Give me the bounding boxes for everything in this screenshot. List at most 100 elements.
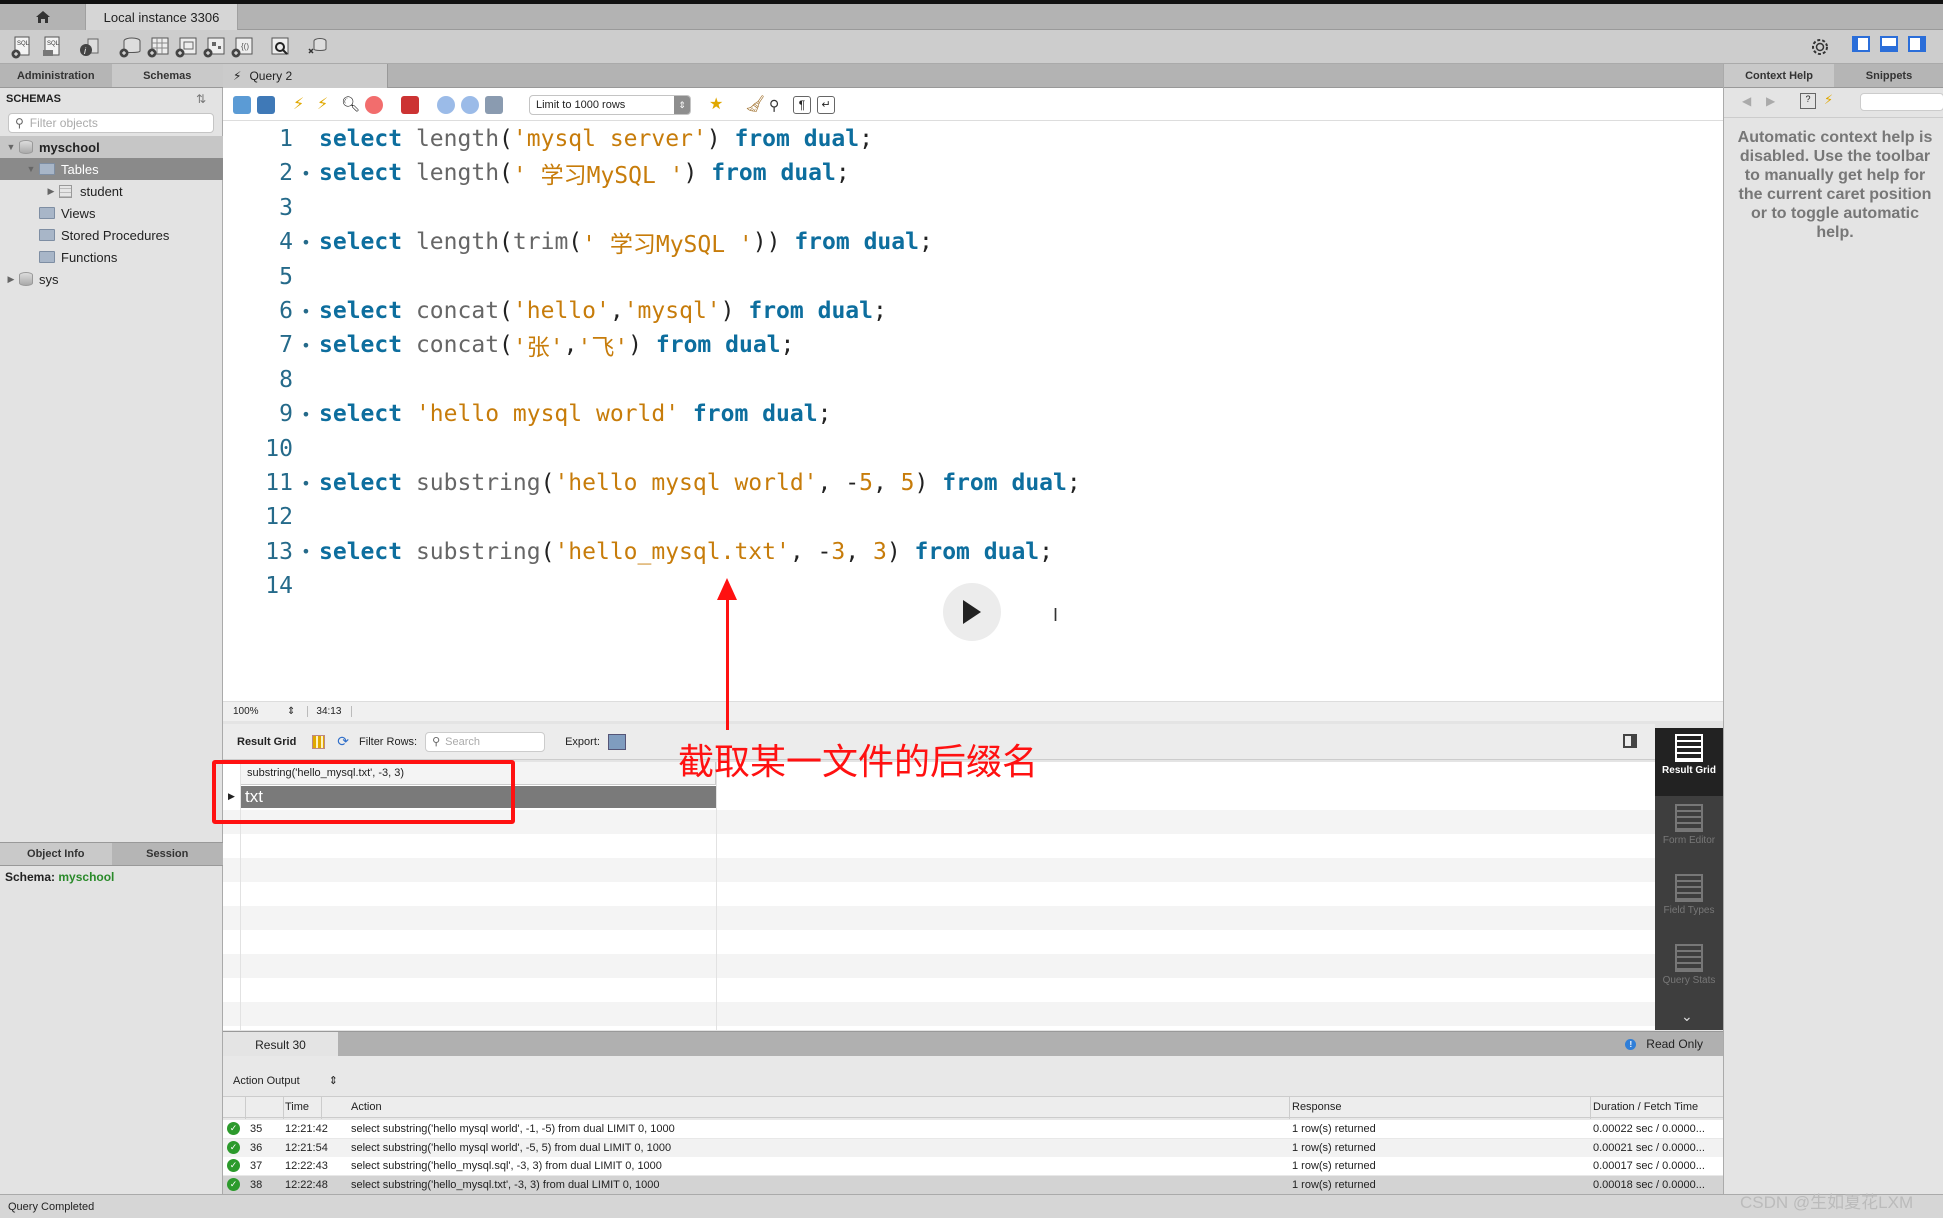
stop-icon[interactable] [365, 96, 383, 114]
new-sql-tab-icon[interactable]: SQL [10, 35, 34, 59]
code-line[interactable]: 14 [223, 569, 319, 603]
play-icon [963, 600, 981, 624]
refresh-icon[interactable]: ⇅ [196, 92, 206, 106]
search-table-data-icon[interactable] [268, 35, 292, 59]
tree-item-functions[interactable]: Functions [0, 246, 223, 268]
create-view-icon[interactable] [174, 35, 198, 59]
column-action[interactable]: Action [351, 1101, 382, 1113]
inspector-icon[interactable]: i [78, 35, 102, 59]
tab-administration[interactable]: Administration [0, 64, 112, 87]
toggle-result-panel-icon[interactable] [1623, 734, 1637, 748]
create-table-icon[interactable] [146, 35, 170, 59]
limit-rows-select[interactable]: Limit to 1000 rows ⇕ [529, 95, 691, 115]
column-duration[interactable]: Duration / Fetch Time [1593, 1101, 1698, 1113]
create-schema-icon[interactable] [118, 35, 142, 59]
column-time[interactable]: Time [285, 1101, 309, 1113]
tab-session[interactable]: Session [112, 843, 224, 865]
code-line[interactable]: 8 [223, 363, 319, 397]
tree-item-student[interactable]: ▶ student [0, 180, 223, 202]
toggle-output-icon[interactable] [1880, 36, 1898, 52]
video-play-button[interactable] [943, 583, 1001, 641]
code-line[interactable]: 5 [223, 260, 319, 294]
export-icon[interactable] [607, 733, 626, 750]
tree-item-tables[interactable]: ▼ Tables [0, 158, 223, 180]
refresh-result-icon[interactable]: ⟳ [337, 733, 349, 750]
tree-item-views[interactable]: Views [0, 202, 223, 224]
output-row[interactable]: ✓ 37 12:22:43 select substring('hello_mysql… [223, 1157, 1723, 1175]
expanded-arrow-icon[interactable]: ▼ [26, 164, 36, 174]
tab-result-30[interactable]: Result 30 [223, 1032, 338, 1057]
tab-snippets[interactable]: Snippets [1834, 64, 1943, 87]
execute-icon[interactable]: ⚡ [293, 96, 311, 114]
code-line[interactable]: 9 • select 'hello mysql world' from dual; [223, 397, 831, 431]
result-grid-view-button[interactable]: Result Grid [1655, 728, 1723, 796]
expanded-arrow-icon[interactable]: ▼ [6, 142, 16, 152]
tab-query-2[interactable]: ⚡ Query 2 [223, 64, 388, 88]
code-line[interactable]: 7 • select concat('张', '飞') from dual; [223, 328, 794, 362]
tab-schemas[interactable]: Schemas [111, 64, 223, 87]
code-line[interactable]: 3 [223, 191, 319, 225]
field-types-view-button[interactable]: Field Types [1655, 874, 1723, 938]
rollback-icon[interactable] [461, 96, 479, 114]
code-line[interactable]: 4 • select length(trim(' 学习MySQL ')) from … [223, 225, 933, 259]
save-icon[interactable] [257, 96, 275, 114]
tab-object-info[interactable]: Object Info [0, 843, 112, 865]
collapsed-arrow-icon[interactable]: ▶ [6, 274, 16, 285]
explain-icon[interactable]: 🔍︎ [341, 96, 360, 114]
tree-item-myschool[interactable]: ▼ myschool [0, 136, 223, 158]
toggle-sidebar-icon[interactable] [1852, 36, 1870, 52]
word-wrap-icon[interactable]: ↵ [817, 96, 835, 114]
manual-help-icon[interactable]: ? [1800, 93, 1816, 109]
collapsed-arrow-icon[interactable]: ▶ [46, 186, 56, 197]
toggle-secondary-sidebar-icon[interactable] [1908, 36, 1926, 52]
create-procedure-icon[interactable] [202, 35, 226, 59]
code-line[interactable]: 6 • select concat('hello','mysql') from du… [223, 294, 887, 328]
code-line[interactable]: 12 [223, 500, 319, 534]
code-token: , [872, 470, 901, 496]
output-row[interactable]: ✓ 35 12:21:42 select substring('hello mysql… [223, 1120, 1723, 1138]
tree-item-stored-procedures[interactable]: Stored Procedures [0, 224, 223, 246]
tree-item-sys[interactable]: ▶ sys [0, 268, 223, 290]
folder-icon [39, 207, 55, 219]
help-search-input[interactable] [1860, 93, 1943, 111]
forward-icon[interactable]: ▶ [1766, 94, 1775, 108]
filter-rows-search[interactable]: ⚲ Search [425, 731, 546, 752]
create-function-icon[interactable]: {() [230, 35, 254, 59]
query-stats-view-button[interactable]: Query Stats [1655, 944, 1723, 1008]
open-file-icon[interactable] [233, 96, 251, 114]
column-toggle-icon[interactable] [312, 734, 326, 749]
execute-current-icon[interactable]: ⚡ [317, 96, 335, 114]
home-tab[interactable] [0, 4, 86, 30]
sql-editor[interactable]: 1 select length('mysql server') from dual… [223, 121, 1723, 701]
reconnect-icon[interactable] [306, 35, 330, 59]
scroll-down-chevron-icon[interactable]: ⌄ [1681, 1008, 1693, 1025]
auto-help-icon[interactable]: ⚡ [1824, 92, 1833, 108]
invisible-chars-icon[interactable]: ¶ [793, 96, 811, 114]
code-line[interactable]: 10 [223, 432, 319, 466]
zoom-level[interactable]: 100% [233, 706, 273, 717]
column-response[interactable]: Response [1292, 1101, 1342, 1113]
open-sql-file-icon[interactable]: SQL [40, 35, 64, 59]
form-editor-view-button[interactable]: Form Editor [1655, 804, 1723, 868]
output-row[interactable]: ✓ 38 12:22:48 select substring('hello_mysql… [223, 1175, 1723, 1194]
zoom-stepper-icon[interactable]: ⇕ [287, 706, 295, 717]
output-type-select[interactable]: Action Output ⇕ [233, 1074, 338, 1087]
commit-icon[interactable] [437, 96, 455, 114]
add-snippet-icon[interactable]: ★ [709, 96, 727, 114]
beautify-icon[interactable]: 🧹︎ [745, 96, 765, 114]
stop-on-error-icon[interactable] [401, 96, 419, 114]
autocommit-icon[interactable] [485, 96, 503, 114]
code-line[interactable]: 11 • select substring('hello mysql world',… [223, 466, 1080, 500]
code-line[interactable]: 13 • select substring('hello_mysql.txt', -… [223, 535, 1053, 569]
result-grid-label: Result Grid [237, 735, 297, 748]
settings-icon[interactable] [1808, 35, 1832, 59]
back-icon[interactable]: ◀ [1742, 94, 1751, 108]
code-line[interactable]: 1 select length('mysql server') from dual… [223, 122, 873, 156]
tab-context-help[interactable]: Context Help [1724, 64, 1834, 87]
output-row[interactable]: ✓ 36 12:21:54 select substring('hello mysql… [223, 1138, 1723, 1157]
find-icon[interactable]: ⚲ [769, 96, 787, 114]
code-line[interactable]: 2 • select length(' 学习MySQL ') from dual; [223, 156, 850, 190]
filter-objects-input[interactable]: ⚲ Filter objects [8, 113, 214, 133]
connection-tab[interactable]: Local instance 3306 [86, 4, 238, 30]
